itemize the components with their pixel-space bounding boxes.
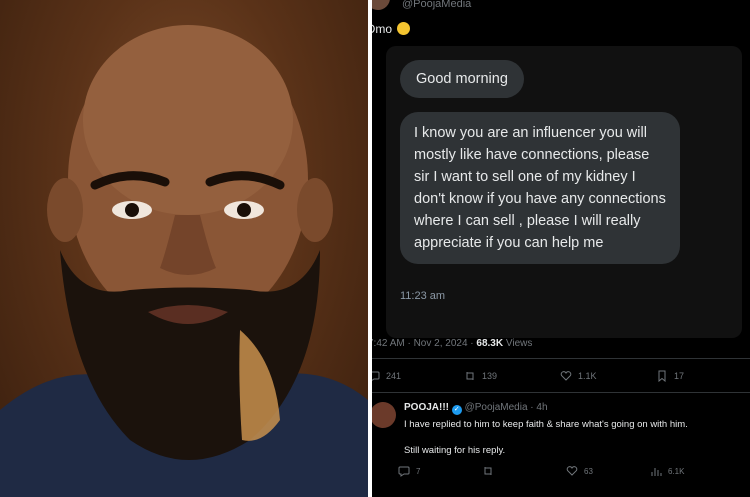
portrait-photo — [0, 0, 368, 497]
reply-count: 241 — [386, 371, 402, 381]
divider — [372, 392, 750, 393]
post-timestamp[interactable]: 7:42 AM · Nov 2, 2024 · — [372, 338, 476, 349]
reply-icon — [372, 371, 380, 381]
reply-header: POOJA!!! ✓ @PoojaMedia · 4h — [404, 402, 548, 415]
tweet-text-content: Omo — [372, 22, 393, 36]
message-timestamp: 11:23 am — [400, 290, 446, 302]
views-button[interactable]: 6.1K — [650, 465, 684, 477]
reply-text: I have replied to him to keep faith & sh… — [404, 419, 688, 430]
reply-author-name[interactable]: POOJA!!! — [404, 402, 449, 413]
bookmark-button[interactable]: 17 — [656, 370, 684, 382]
tweet-text: Omo — [372, 22, 411, 36]
views-label: Views — [503, 338, 533, 349]
views-count: 6.1K — [668, 466, 685, 476]
author-handle[interactable]: @PoojaMedia — [402, 0, 471, 10]
like-count: 63 — [584, 466, 593, 476]
portrait-illustration — [0, 25, 368, 497]
heart-icon — [566, 466, 578, 476]
heart-icon — [560, 371, 572, 381]
reply-text: Still waiting for his reply. — [404, 445, 506, 456]
analytics-icon — [651, 468, 662, 476]
author-avatar[interactable] — [372, 0, 390, 10]
message-bubble: I know you are an influencer you will mo… — [400, 112, 680, 264]
like-count: 1.1K — [578, 371, 597, 381]
repost-icon — [466, 372, 474, 380]
repost-count: 139 — [482, 371, 498, 381]
divider — [372, 358, 750, 359]
dm-screenshot[interactable]: Good morning I know you are an influence… — [386, 46, 742, 338]
repost-icon — [484, 467, 492, 475]
bookmark-count: 17 — [674, 371, 685, 381]
reply-author-handle[interactable]: @PoojaMedia · 4h — [465, 402, 548, 413]
tweet-panel: @PoojaMedia Omo Good morning I know you … — [372, 0, 750, 497]
reply-count: 7 — [416, 466, 421, 476]
reply-actions: 7 63 6.1K — [398, 465, 698, 479]
like-button[interactable]: 63 — [566, 465, 593, 477]
repost-button[interactable]: 139 — [464, 370, 497, 382]
reply-icon — [398, 466, 410, 477]
post-meta: 7:42 AM · Nov 2, 2024 · 68.3K Views — [372, 338, 532, 349]
crying-face-icon — [397, 22, 411, 35]
message-bubble: Good morning — [400, 60, 524, 98]
reply-button[interactable]: 7 — [398, 465, 420, 477]
tweet-actions: 241 139 1.1K 17 — [372, 370, 698, 386]
reply-button[interactable]: 241 — [372, 370, 401, 382]
bookmark-icon — [658, 370, 666, 382]
like-button[interactable]: 1.1K — [560, 370, 597, 382]
verified-badge-icon: ✓ — [451, 405, 462, 415]
repost-button[interactable] — [482, 465, 500, 477]
reply-avatar[interactable] — [372, 402, 396, 428]
views-count: 68.3K — [476, 338, 504, 349]
